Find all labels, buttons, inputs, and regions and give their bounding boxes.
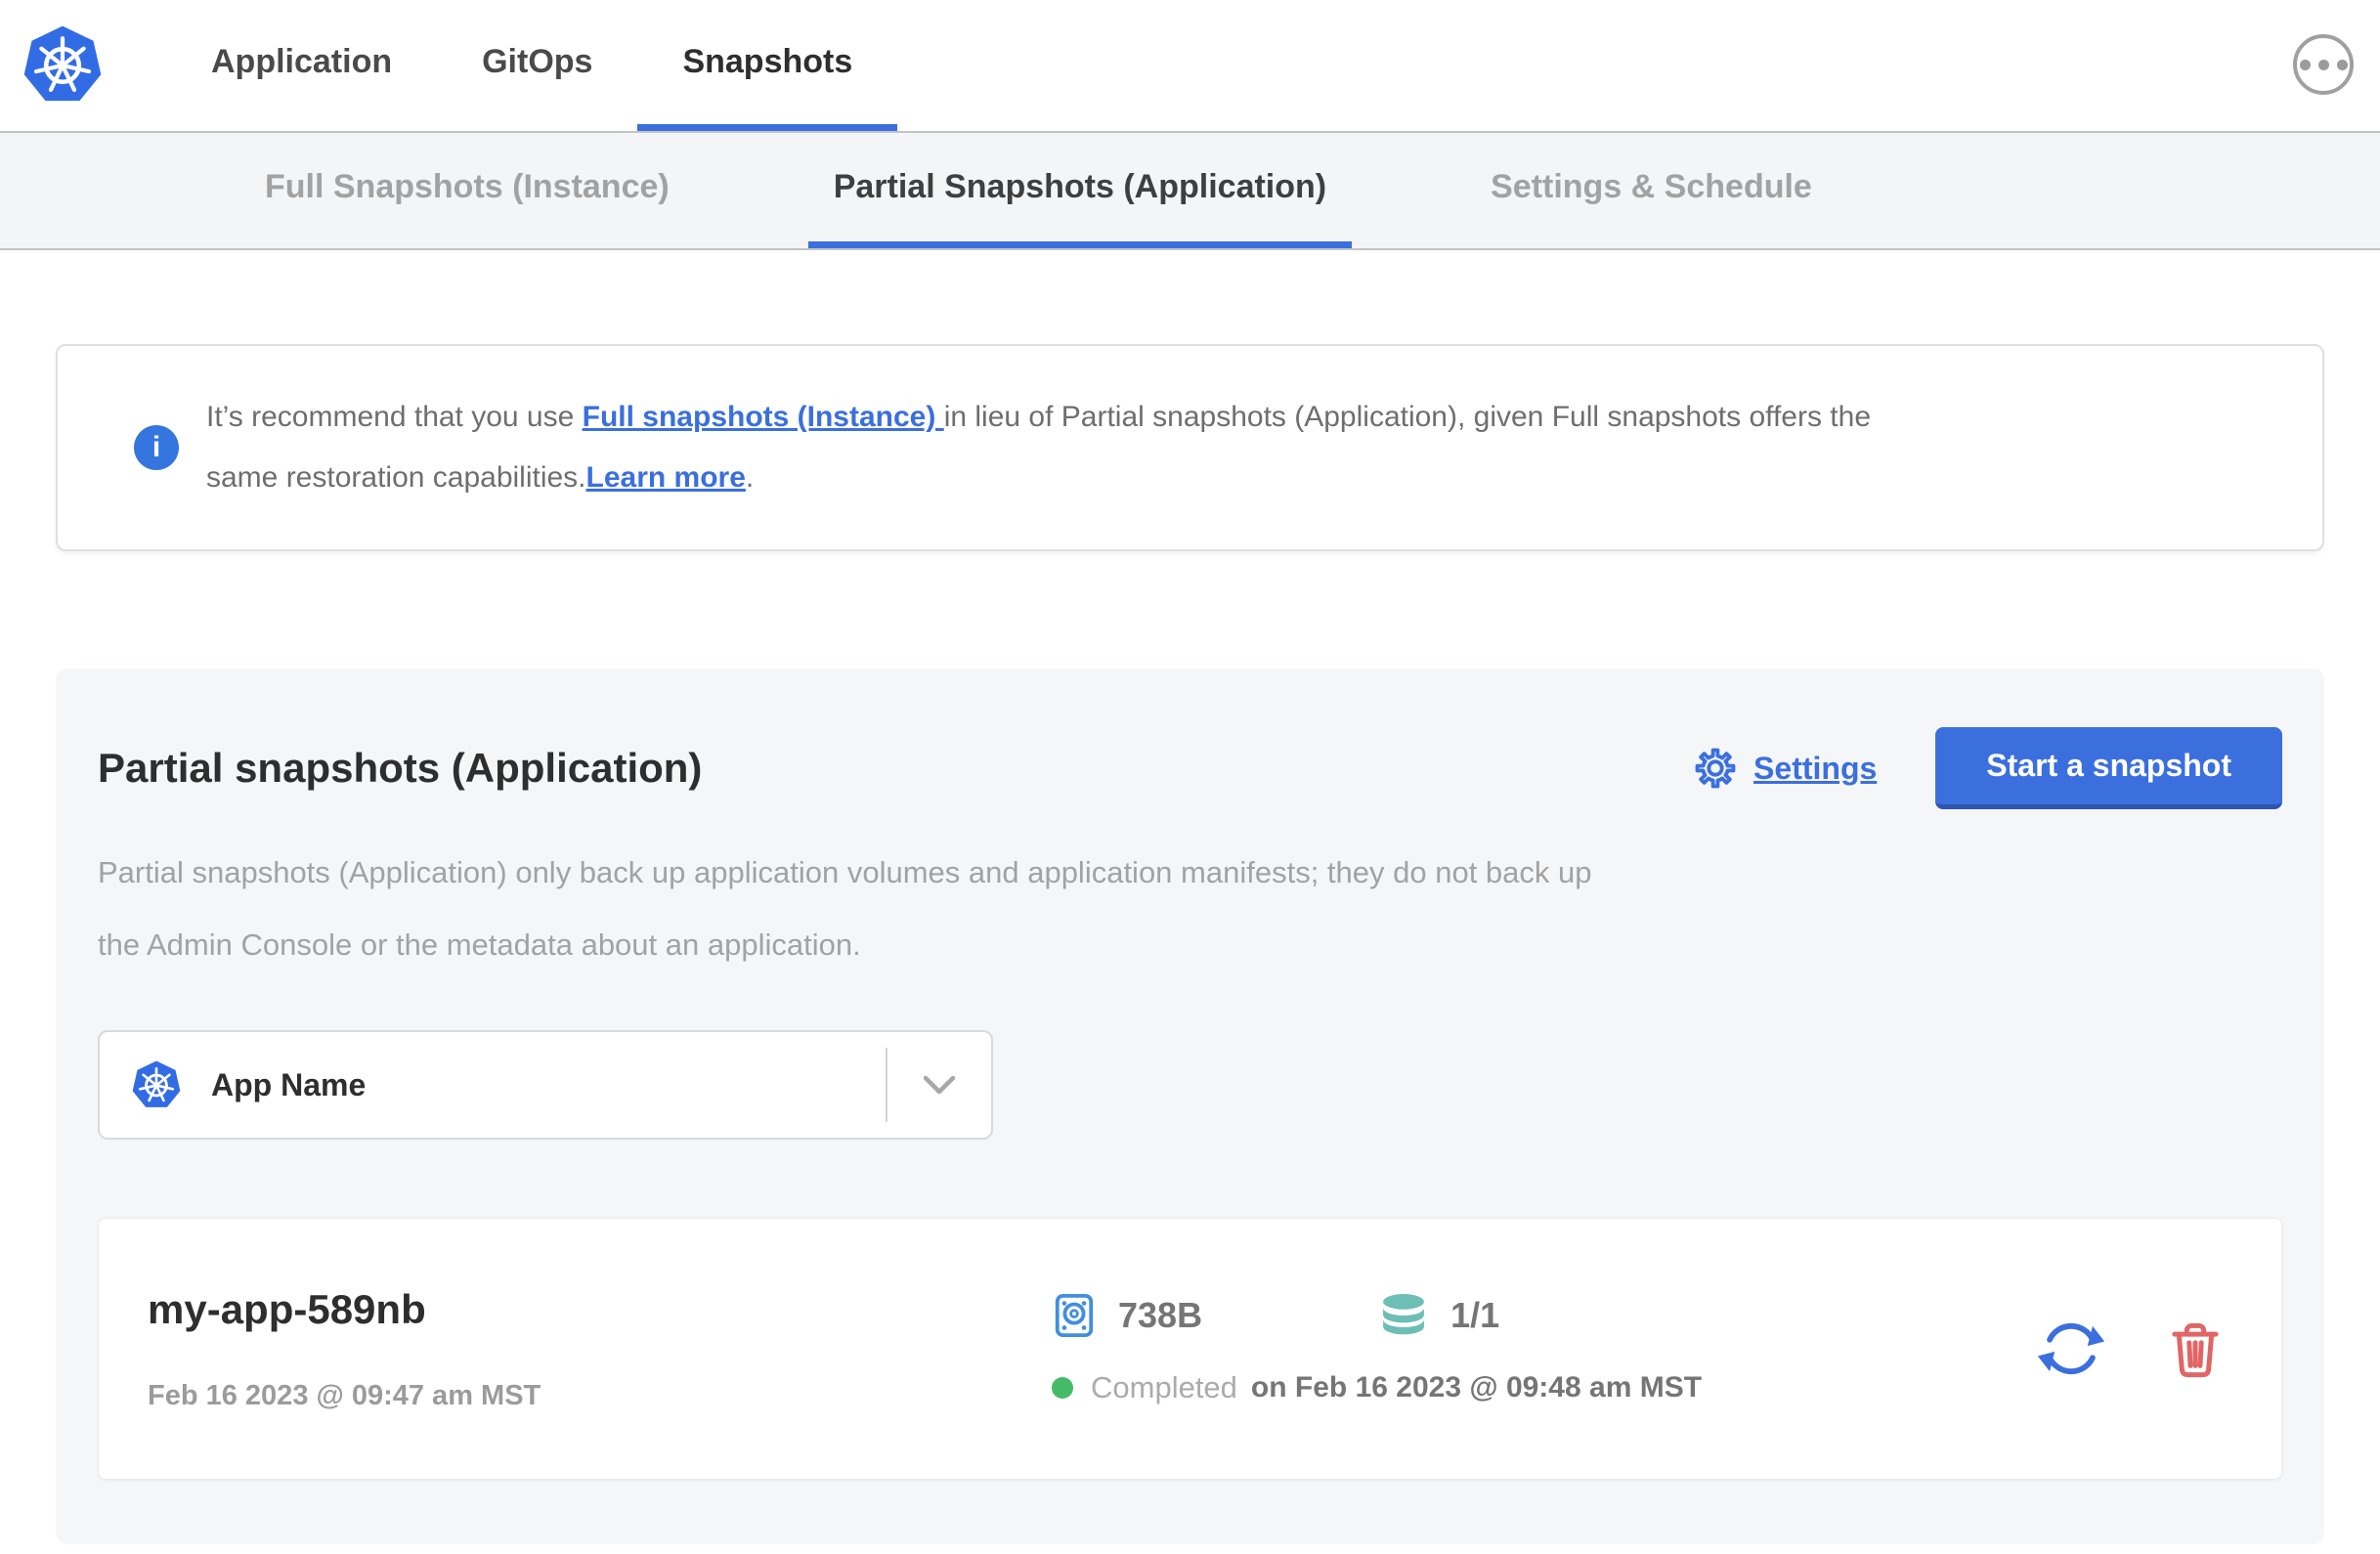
- settings-link-label: Settings: [1753, 750, 1878, 786]
- snapshot-status-row: Completed on Feb 16 2023 @ 09:48 am MST: [1052, 1370, 2006, 1405]
- info-text-segment: same restoration capabilities.: [206, 461, 586, 494]
- snapshot-size-value: 738B: [1118, 1295, 1203, 1335]
- snapshot-actions: [2035, 1313, 2225, 1385]
- nav-tab-application[interactable]: Application: [166, 0, 437, 131]
- snapshot-stats: 738B 1/1 Completed on Feb 16 2023 @ 09:4…: [1052, 1292, 2006, 1405]
- ellipsis-dot: [2336, 59, 2348, 70]
- snapshot-settings-link[interactable]: Settings: [1693, 746, 1877, 791]
- kubernetes-logo-icon: [23, 25, 102, 102]
- snapshot-volumes-stat: 1/1: [1378, 1293, 1499, 1338]
- snapshot-started-timestamp: Feb 16 2023 @ 09:47 am MST: [148, 1379, 541, 1411]
- top-nav: Application GitOps Snapshots: [0, 0, 2380, 131]
- info-text-segment: .: [745, 461, 755, 494]
- tab-full-snapshots-instance[interactable]: Full Snapshots (Instance): [239, 133, 695, 248]
- kubernetes-app-icon: [132, 1060, 181, 1107]
- tab-partial-snapshots-application[interactable]: Partial Snapshots (Application): [807, 133, 1353, 248]
- page-title: Partial snapshots (Application): [98, 745, 703, 791]
- app-name-selector[interactable]: App Name: [98, 1030, 993, 1140]
- panel-description: Partial snapshots (Application) only bac…: [98, 837, 2282, 981]
- restore-snapshot-button[interactable]: [2035, 1313, 2107, 1385]
- database-icon: [1383, 1294, 1424, 1335]
- description-line: the Admin Console or the metadata about …: [98, 928, 861, 962]
- hard-drive-icon: [1055, 1293, 1094, 1338]
- description-line: Partial snapshots (Application) only bac…: [98, 855, 1592, 889]
- app-selector-value: App Name: [211, 1066, 367, 1102]
- info-circle-icon: i: [134, 425, 179, 470]
- snapshot-name: my-app-589nb: [148, 1285, 426, 1332]
- snapshot-status: Completed: [1091, 1370, 1237, 1404]
- learn-more-link[interactable]: Learn more: [586, 461, 746, 494]
- ellipsis-dot: [2299, 59, 2311, 70]
- snapshot-finished-timestamp: on Feb 16 2023 @ 09:48 am MST: [1250, 1371, 1703, 1403]
- info-banner: i It’s recommend that you use Full snaps…: [56, 344, 2324, 551]
- snapshot-stats-row: 738B 1/1: [1052, 1292, 2006, 1339]
- top-nav-tabs: Application GitOps Snapshots: [166, 0, 898, 131]
- snapshot-size-stat: 738B: [1052, 1292, 1202, 1339]
- info-text-segment: in lieu of Partial snapshots (Applicatio…: [943, 401, 1871, 433]
- panel-header-actions: Settings Start a snapshot: [1693, 727, 2282, 809]
- full-snapshots-instance-link[interactable]: Full snapshots (Instance): [583, 401, 944, 433]
- info-text-segment: It’s recommend that you use: [206, 401, 583, 433]
- overflow-menu-button[interactable]: [2293, 34, 2354, 95]
- trash-icon: [2172, 1322, 2219, 1378]
- tab-settings-schedule[interactable]: Settings & Schedule: [1465, 133, 1838, 248]
- restore-arrows-icon: [2037, 1322, 2105, 1375]
- delete-snapshot-button[interactable]: [2166, 1318, 2225, 1379]
- start-snapshot-button[interactable]: Start a snapshot: [1935, 727, 2282, 809]
- partial-snapshots-panel: Partial snapshots (Application) Settings…: [56, 669, 2324, 1544]
- nav-tab-snapshots[interactable]: Snapshots: [637, 0, 898, 131]
- snapshot-info: my-app-589nb Feb 16 2023 @ 09:47 am MST: [148, 1286, 1052, 1412]
- ellipsis-dot: [2317, 59, 2329, 70]
- snapshots-sub-nav: Full Snapshots (Instance) Partial Snapsh…: [0, 131, 2380, 250]
- snapshot-row: my-app-589nb Feb 16 2023 @ 09:47 am MST …: [98, 1218, 2282, 1480]
- nav-tab-gitops[interactable]: GitOps: [437, 0, 637, 131]
- panel-header: Partial snapshots (Application) Settings…: [98, 725, 2282, 811]
- info-banner-text: It’s recommend that you use Full snapsho…: [206, 387, 1871, 508]
- snapshot-volumes-value: 1/1: [1450, 1295, 1500, 1335]
- gear-icon: [1695, 748, 1736, 789]
- status-green-dot-icon: [1052, 1377, 1073, 1399]
- chevron-down-icon: [887, 1073, 991, 1097]
